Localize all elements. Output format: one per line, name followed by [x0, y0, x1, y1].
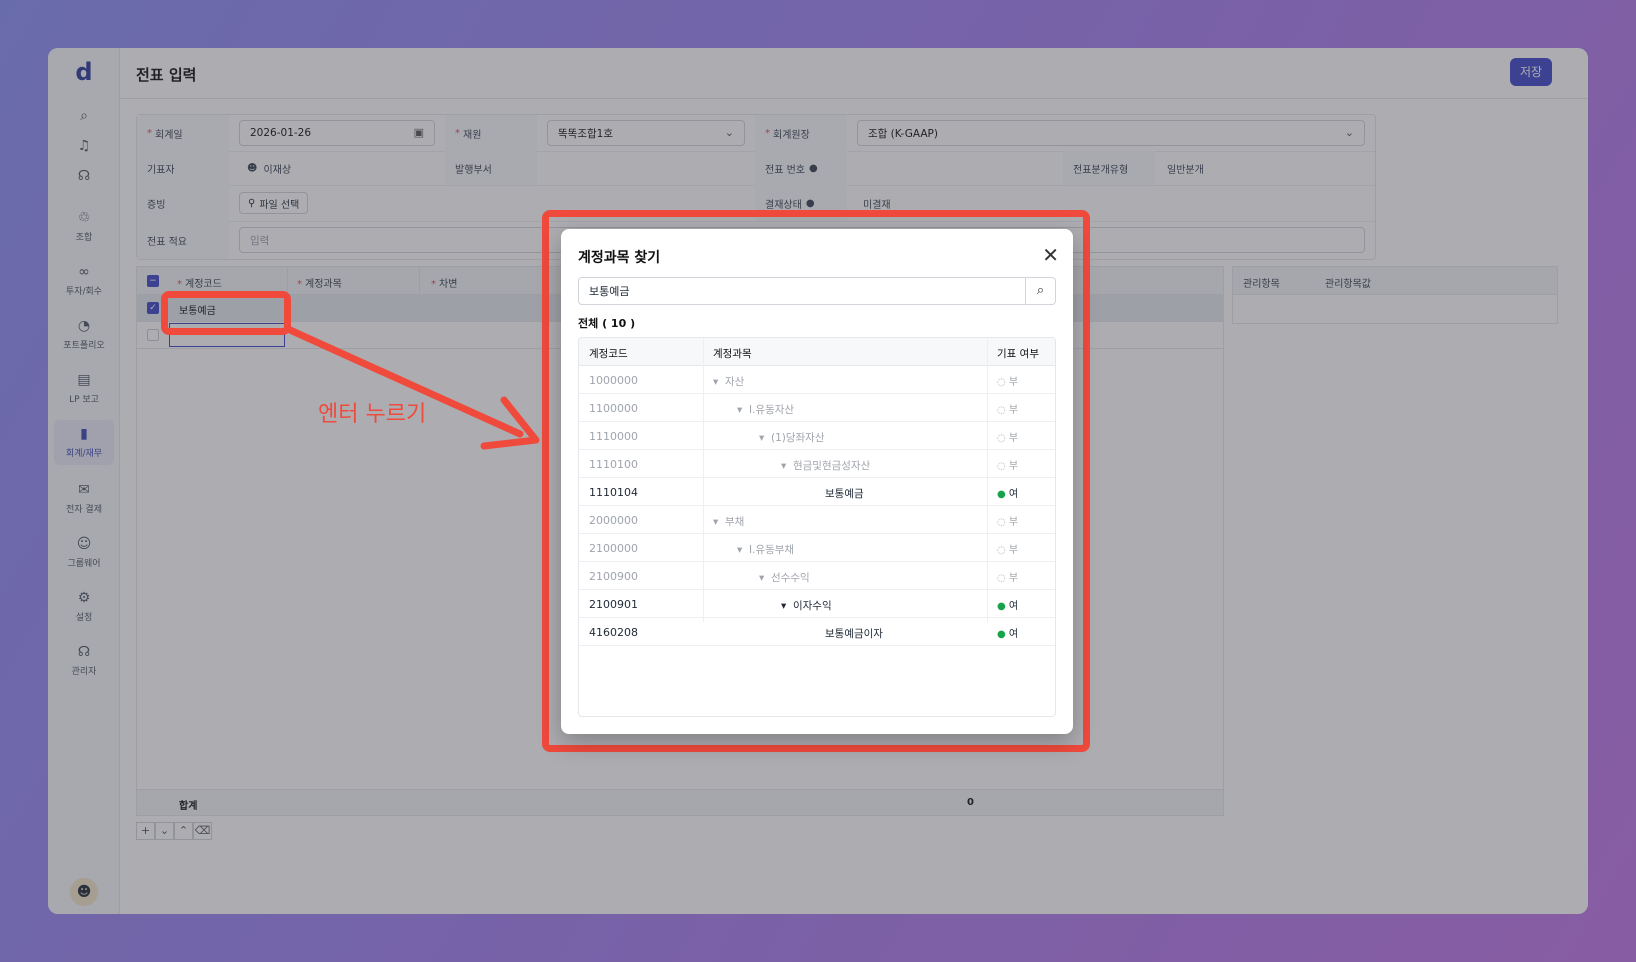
- search-icon[interactable]: ⌕: [1025, 278, 1055, 304]
- check-circle-icon: ●: [997, 601, 1006, 612]
- table-row[interactable]: 1110104 보통예금 ● 여: [579, 478, 1055, 506]
- caret-down-icon: ▾: [759, 432, 765, 444]
- account-search-input[interactable]: 보통예금 ⌕: [578, 277, 1056, 305]
- caret-down-icon: ▾: [737, 404, 743, 416]
- pending-icon: ◌: [997, 517, 1006, 528]
- annotation-text: 엔터 누르기: [318, 402, 427, 427]
- table-row[interactable]: 1000000 ▾ 자산 ◌ 부: [579, 366, 1055, 394]
- modal-title: 계정과목 찾기: [578, 250, 661, 266]
- table-row[interactable]: 2100000 ▾ I.유동부채 ◌ 부: [579, 534, 1055, 562]
- pending-icon: ◌: [997, 433, 1006, 444]
- caret-down-icon: ▾: [759, 572, 765, 584]
- caret-down-icon: ▾: [713, 516, 719, 528]
- caret-down-icon: ▾: [713, 376, 719, 388]
- column-postable: 기표 여부: [997, 348, 1039, 360]
- pending-icon: ◌: [997, 377, 1006, 388]
- table-row[interactable]: 2100900 ▾ 선수수익 ◌ 부: [579, 562, 1055, 590]
- table-row[interactable]: 1100000 ▾ I.유동자산 ◌ 부: [579, 394, 1055, 422]
- pending-icon: ◌: [997, 461, 1006, 472]
- close-icon[interactable]: ✕: [1042, 243, 1059, 267]
- table-row[interactable]: 2100901 ▾ 이자수익 ● 여: [579, 590, 1055, 618]
- pending-icon: ◌: [997, 573, 1006, 584]
- account-table-header: 계정코드 계정과목 기표 여부: [579, 338, 1055, 366]
- table-row[interactable]: 1110000 ▾ (1)당좌자산 ◌ 부: [579, 422, 1055, 450]
- pending-icon: ◌: [997, 405, 1006, 416]
- column-name: 계정과목: [713, 348, 752, 360]
- account-table: 계정코드 계정과목 기표 여부 1000000 ▾ 자산 ◌ 부 1100000…: [578, 337, 1056, 717]
- check-circle-icon: ●: [997, 629, 1006, 640]
- caret-down-icon: ▾: [781, 460, 787, 472]
- caret-down-icon: ▾: [781, 600, 787, 612]
- result-count: 전체 ( 10 ): [578, 317, 636, 330]
- pending-icon: ◌: [997, 545, 1006, 556]
- account-search-modal: 계정과목 찾기 ✕ 보통예금 ⌕ 전체 ( 10 ) 계정코드 계정과목 기표 …: [561, 229, 1073, 734]
- table-row[interactable]: 4160208 보통예금이자 ● 여: [579, 618, 1055, 646]
- column-code: 계정코드: [589, 348, 628, 360]
- caret-down-icon: ▾: [737, 544, 743, 556]
- check-circle-icon: ●: [997, 489, 1006, 500]
- table-row[interactable]: 1110100 ▾ 현금및현금성자산 ◌ 부: [579, 450, 1055, 478]
- table-row[interactable]: 2000000 ▾ 부채 ◌ 부: [579, 506, 1055, 534]
